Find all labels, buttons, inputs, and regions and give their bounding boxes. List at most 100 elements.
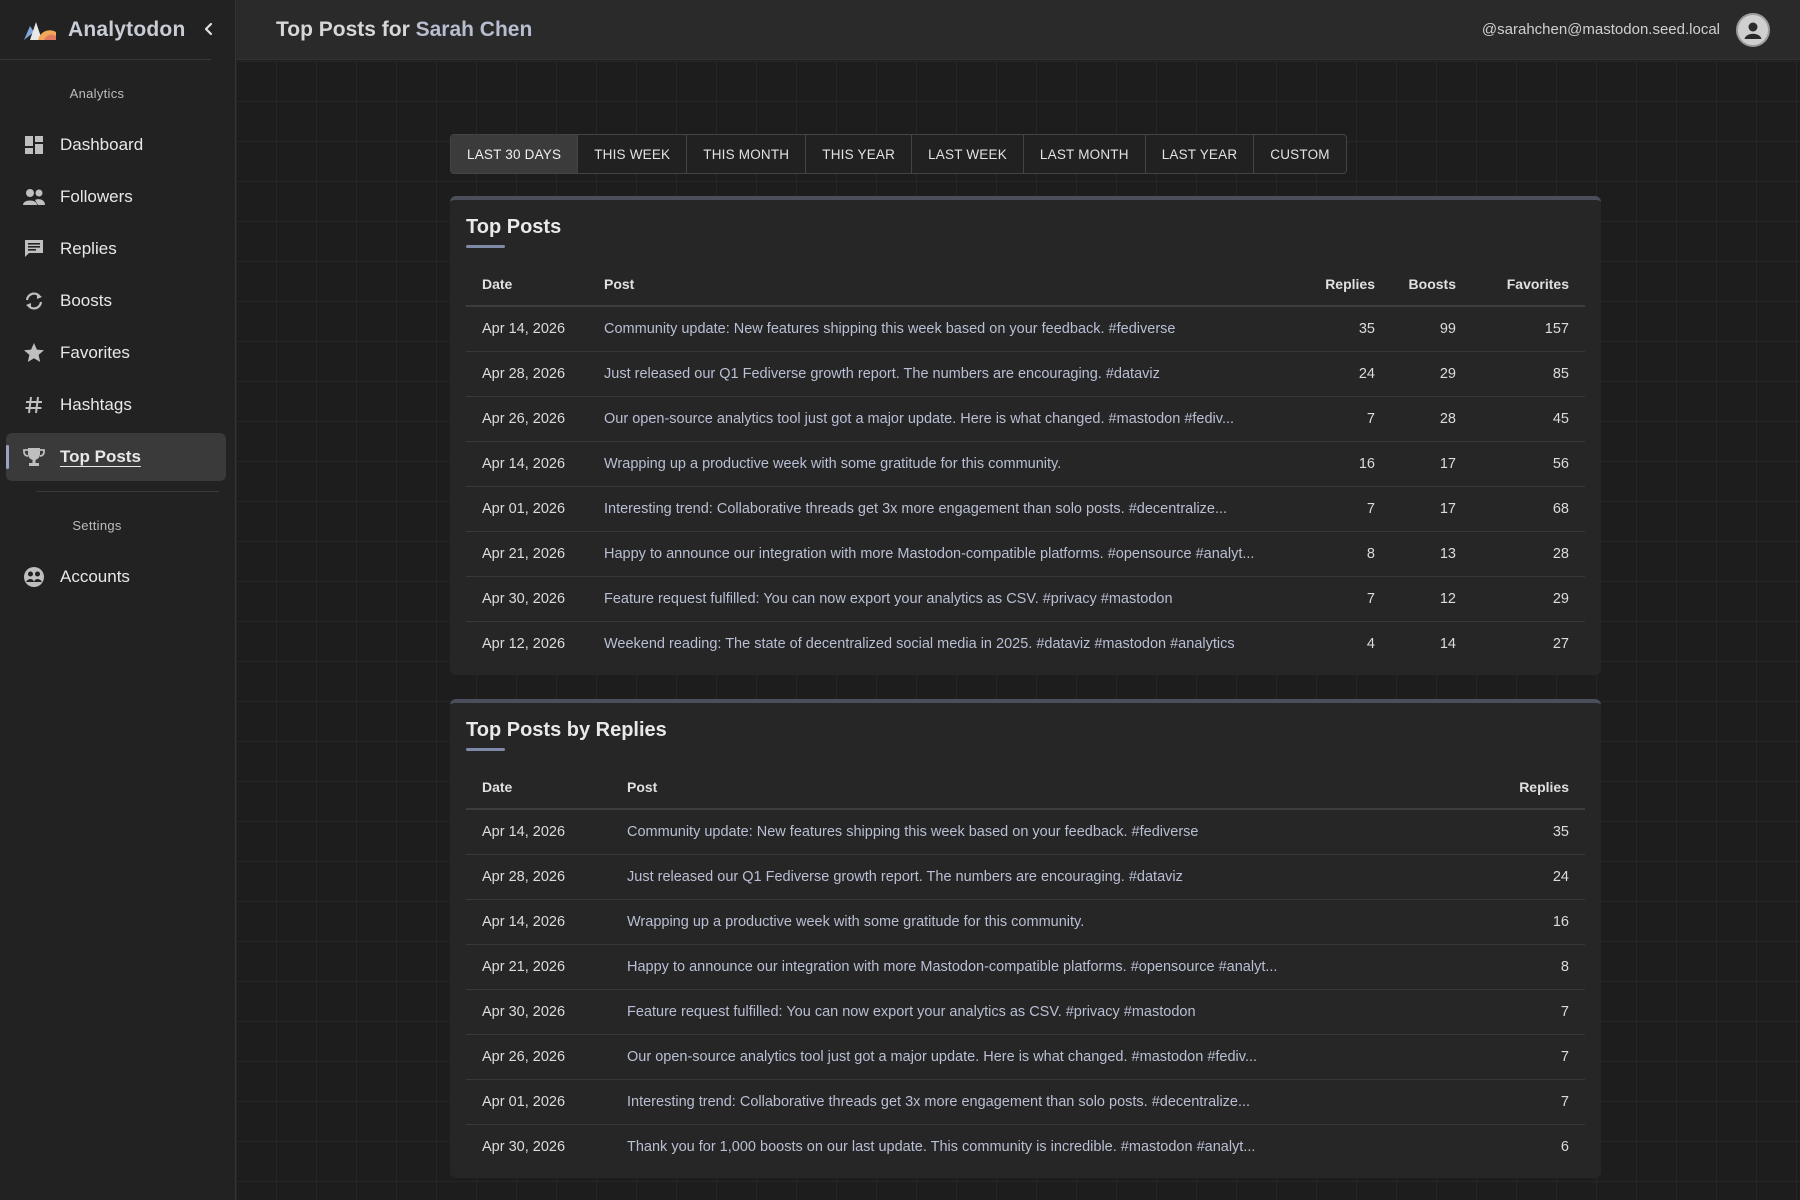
cell-date: Apr 14, 2026 [466,441,588,487]
cell-post[interactable]: Feature request fulfilled: You can now e… [611,989,1465,1035]
table-row[interactable]: Apr 14, 2026 Wrapping up a productive wee… [466,899,1585,945]
cell-favorites: 29 [1472,576,1585,622]
tab-this-month[interactable]: THIS MONTH [687,135,807,173]
cell-replies: 7 [1301,486,1391,532]
cell-replies: 7 [1465,1034,1585,1080]
table-row[interactable]: Apr 26, 2026 Our open-source analytics to… [466,1034,1585,1080]
cell-post[interactable]: Thank you for 1,000 boosts on our last u… [611,1124,1465,1169]
sidebar-item-replies[interactable]: Replies [6,225,226,273]
top-by-replies-body: Apr 14, 2026 Community update: New featur… [466,809,1585,1169]
cell-post[interactable]: Interesting trend: Collaborative threads… [588,486,1301,532]
tab-last-week[interactable]: LAST WEEK [912,135,1024,173]
cell-date: Apr 28, 2026 [466,854,611,900]
table-row[interactable]: Apr 28, 2026 Just released our Q1 Fediver… [466,854,1585,900]
top-posts-table: Date Post Replies Boosts Favorites Apr 1… [466,262,1585,666]
column-header-boosts[interactable]: Boosts [1391,262,1472,307]
sidebar-item-favorites[interactable]: Favorites [6,329,226,377]
tab-custom[interactable]: CUSTOM [1254,135,1345,173]
cell-post[interactable]: Weekend reading: The state of decentrali… [588,621,1301,666]
cell-replies: 24 [1465,854,1585,900]
sidebar-item-label: Hashtags [60,395,132,414]
cell-replies: 7 [1465,1079,1585,1125]
table-row[interactable]: Apr 30, 2026 Thank you for 1,000 boosts o… [466,1124,1585,1169]
cell-replies: 7 [1301,576,1391,622]
cell-boosts: 28 [1391,396,1472,442]
cell-date: Apr 26, 2026 [466,396,588,442]
cell-post[interactable]: Happy to announce our integration with m… [588,531,1301,577]
cell-post[interactable]: Our open-source analytics tool just got … [588,396,1301,442]
cell-post[interactable]: Feature request fulfilled: You can now e… [588,576,1301,622]
cell-date: Apr 28, 2026 [466,351,588,397]
table-row[interactable]: Apr 14, 2026 Wrapping up a productive wee… [466,441,1585,487]
table-row[interactable]: Apr 12, 2026 Weekend reading: The state o… [466,621,1585,666]
trophy-icon [22,445,46,469]
sidebar-item-accounts[interactable]: Accounts [6,553,226,601]
table-row[interactable]: Apr 28, 2026 Just released our Q1 Fediver… [466,351,1585,397]
tab-last-year[interactable]: LAST YEAR [1146,135,1255,173]
cell-post[interactable]: Our open-source analytics tool just got … [611,1034,1465,1080]
table-row[interactable]: Apr 30, 2026 Feature request fulfilled: Y… [466,576,1585,622]
column-header-date[interactable]: Date [466,262,588,307]
cell-favorites: 56 [1472,441,1585,487]
sidebar-item-boosts[interactable]: Boosts [6,277,226,325]
cell-boosts: 17 [1391,441,1472,487]
top-posts-title: Top Posts [466,216,562,238]
table-row[interactable]: Apr 14, 2026 Community update: New featur… [466,306,1585,352]
sidebar-item-top-posts[interactable]: Top Posts [6,433,226,481]
cell-date: Apr 12, 2026 [482,635,566,652]
column-header-replies[interactable]: Replies [1301,262,1391,307]
cell-post[interactable]: Community update: New features shipping … [588,306,1301,352]
cell-replies: 7 [1465,989,1585,1035]
cell-favorites: 27 [1552,635,1569,652]
sidebar-item-hashtags[interactable]: Hashtags [6,381,226,429]
cell-post[interactable]: Community update: New features shipping … [611,809,1465,855]
top-bar: Top Posts for Sarah Chen @sarahchen@mast… [236,0,1800,60]
avatar[interactable] [1736,12,1770,47]
table-row[interactable]: Apr 21, 2026 Happy to announce our integr… [466,944,1585,990]
sidebar-item-label: Top Posts [60,447,141,466]
tab-last-month[interactable]: LAST MONTH [1024,135,1146,173]
tab-last-30-days[interactable]: LAST 30 DAYS [451,135,579,173]
cell-post[interactable]: Just released our Q1 Fediverse growth re… [588,351,1301,397]
period-tabs: LAST 30 DAYS THIS WEEK THIS MONTH THIS Y… [450,134,1347,174]
top-by-replies-table: Date Post Replies Apr 14, 2026 Community … [466,765,1585,1169]
sidebar-item-label: Favorites [60,343,130,362]
top-by-replies-title: Top Posts by Replies [466,719,667,741]
tab-this-year[interactable]: THIS YEAR [806,135,913,173]
cell-replies: 8 [1465,944,1585,990]
cell-post[interactable]: Happy to announce our integration with m… [611,944,1465,990]
column-header-post[interactable]: Post [611,765,1465,810]
cell-date: Apr 30, 2026 [466,576,588,622]
brand[interactable]: Analytodon [0,0,211,60]
column-header-post[interactable]: Post [588,262,1301,307]
sidebar-item-label: Replies [60,239,117,258]
table-row[interactable]: Apr 14, 2026 Community update: New featur… [466,809,1585,855]
cell-boosts: 14 [1439,635,1456,652]
analytics-section-title: Analytics [69,86,125,101]
table-row[interactable]: Apr 01, 2026 Interesting trend: Collabora… [466,1079,1585,1125]
sidebar-item-label: Boosts [60,291,112,310]
cell-post[interactable]: Wrapping up a productive week with some … [588,441,1301,487]
cell-replies: 8 [1301,531,1391,577]
table-row[interactable]: Apr 30, 2026 Feature request fulfilled: Y… [466,989,1585,1035]
tab-this-week[interactable]: THIS WEEK [578,135,688,173]
collapse-sidebar-button[interactable] [196,16,222,42]
cell-replies: 16 [1301,441,1391,487]
cell-post[interactable]: Interesting trend: Collaborative threads… [611,1079,1465,1125]
table-row[interactable]: Apr 26, 2026 Our open-source analytics to… [466,396,1585,442]
cell-replies: 35 [1301,306,1391,352]
hashtag-icon [22,393,46,417]
boost-icon [22,289,46,313]
column-header-favorites[interactable]: Favorites [1472,262,1585,307]
table-row[interactable]: Apr 01, 2026 Interesting trend: Collabora… [466,486,1585,532]
cell-boosts: 29 [1391,351,1472,397]
table-row[interactable]: Apr 21, 2026 Happy to announce our integr… [466,531,1585,577]
cell-post[interactable]: Wrapping up a productive week with some … [611,899,1465,945]
column-header-replies[interactable]: Replies [1465,765,1585,810]
cell-date: Apr 14, 2026 [466,306,588,352]
sidebar-item-followers[interactable]: Followers [6,173,226,221]
cell-favorites: 157 [1472,306,1585,352]
sidebar-item-dashboard[interactable]: Dashboard [6,121,226,169]
cell-post[interactable]: Just released our Q1 Fediverse growth re… [611,854,1465,900]
column-header-date[interactable]: Date [466,765,611,810]
